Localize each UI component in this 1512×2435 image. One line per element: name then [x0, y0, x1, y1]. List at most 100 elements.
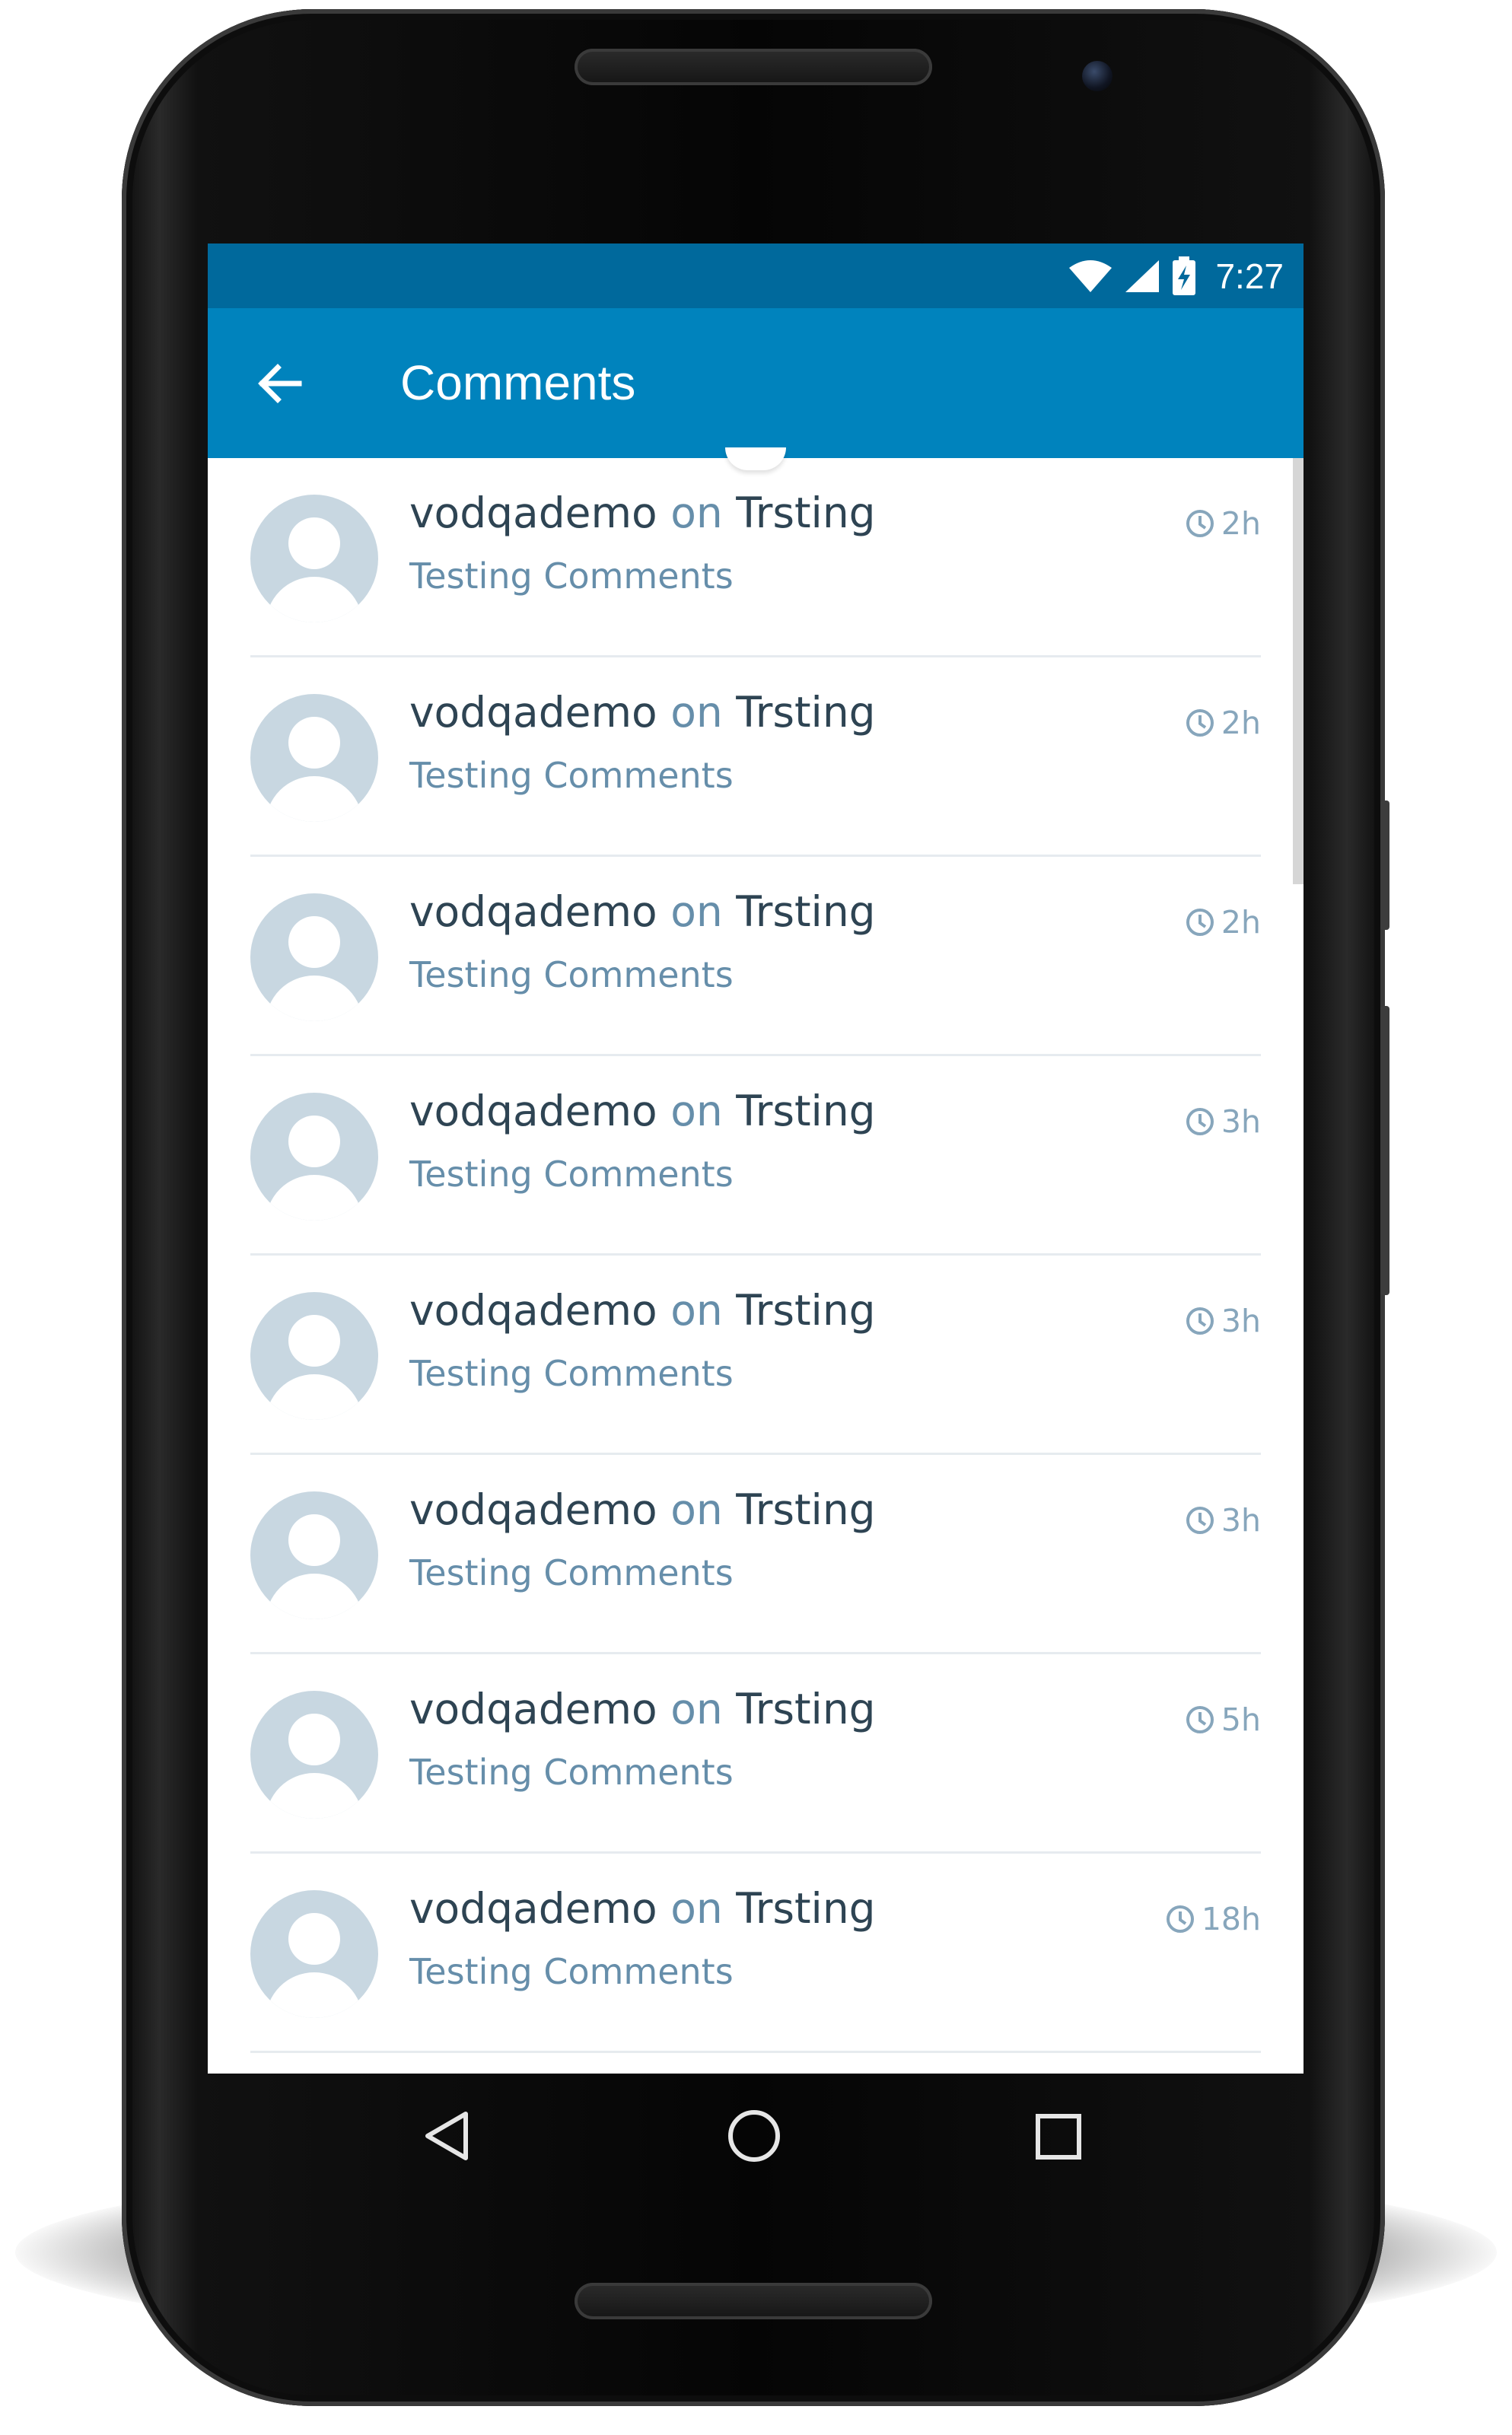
- comment-age: 2h: [1221, 904, 1261, 941]
- battery-charging-icon: [1173, 256, 1196, 295]
- comment-time: 3h: [1185, 1303, 1261, 1339]
- comment-connector: on: [670, 489, 723, 537]
- home-circle-icon[interactable]: [725, 2107, 783, 2165]
- back-triangle-icon[interactable]: [420, 2109, 473, 2163]
- scrollbar[interactable]: [1293, 458, 1304, 884]
- comment-time: 3h: [1185, 1103, 1261, 1140]
- clock-icon: [1186, 1706, 1214, 1733]
- comment-time: 3h: [1185, 1502, 1261, 1539]
- comment-connector: on: [670, 1286, 723, 1335]
- avatar-body-shape: [266, 976, 363, 1021]
- recents-square-icon[interactable]: [1034, 2112, 1083, 2161]
- comment-post-title: Trsting: [736, 1884, 876, 1933]
- clock-icon: [1186, 510, 1214, 537]
- comment-heading: vodqademo on Trsting: [409, 1485, 876, 1534]
- comment-list: vodqademo on Trsting Testing Comments 2h…: [208, 458, 1304, 2053]
- volume-button: [1380, 1006, 1389, 1295]
- comment-time: 2h: [1185, 705, 1261, 741]
- avatar: [250, 694, 378, 822]
- comment-time: 2h: [1185, 904, 1261, 941]
- comment-post-title: Trsting: [736, 1087, 876, 1135]
- avatar-body-shape: [266, 1175, 363, 1221]
- comment-row[interactable]: vodqademo on Trsting Testing Comments 2h: [208, 857, 1304, 1056]
- comment-connector: on: [670, 1485, 723, 1534]
- wifi-icon: [1069, 259, 1113, 292]
- comment-age: 3h: [1221, 1502, 1261, 1539]
- avatar-body-shape: [266, 776, 363, 822]
- avatar-body-shape: [266, 577, 363, 622]
- comment-row[interactable]: vodqademo on Trsting Testing Comments 3h: [208, 1256, 1304, 1455]
- comment-age: 3h: [1221, 1303, 1261, 1339]
- comment-heading: vodqademo on Trsting: [409, 887, 876, 936]
- avatar-head-shape: [288, 1116, 340, 1167]
- status-time: 7:27: [1215, 256, 1284, 296]
- avatar: [250, 1890, 378, 2018]
- comment-heading: vodqademo on Trsting: [409, 1286, 876, 1335]
- clock-icon: [1186, 1307, 1214, 1335]
- comment-post-title: Trsting: [736, 1685, 876, 1733]
- avatar-body-shape: [266, 1773, 363, 1819]
- comment-post-title: Trsting: [736, 1286, 876, 1335]
- signal-icon: [1125, 259, 1160, 292]
- comment-age: 2h: [1221, 505, 1261, 542]
- avatar-head-shape: [288, 1913, 340, 1965]
- comment-author: vodqademo: [409, 1685, 657, 1733]
- clock-icon: [1186, 1507, 1214, 1534]
- avatar-head-shape: [288, 517, 340, 569]
- comment-time: 2h: [1185, 505, 1261, 542]
- comment-post-title: Trsting: [736, 688, 876, 737]
- row-divider: [250, 2051, 1261, 2053]
- comment-text: Testing Comments: [409, 1951, 734, 1992]
- clock-icon: [1186, 709, 1214, 737]
- comment-author: vodqademo: [409, 1286, 657, 1335]
- clock-icon: [1186, 1108, 1214, 1135]
- comment-post-title: Trsting: [736, 1485, 876, 1534]
- comment-age: 2h: [1221, 705, 1261, 741]
- comment-connector: on: [670, 1685, 723, 1733]
- comment-heading: vodqademo on Trsting: [409, 1087, 876, 1135]
- comment-time: 5h: [1185, 1701, 1261, 1738]
- phone-frame: 7:27 Comments vodqademo on Trsting Testi…: [122, 9, 1389, 2406]
- app-bar: Comments: [208, 308, 1304, 458]
- avatar: [250, 893, 378, 1021]
- comment-heading: vodqademo on Trsting: [409, 489, 876, 537]
- comment-row[interactable]: vodqademo on Trsting Testing Comments 5h: [208, 1654, 1304, 1854]
- clock-icon: [1186, 909, 1214, 936]
- comment-row[interactable]: vodqademo on Trsting Testing Comments 2h: [208, 657, 1304, 857]
- screen: 7:27 Comments vodqademo on Trsting Testi…: [208, 244, 1304, 2074]
- comment-row[interactable]: vodqademo on Trsting Testing Comments 18…: [208, 1854, 1304, 2053]
- comment-row[interactable]: vodqademo on Trsting Testing Comments 3h: [208, 1056, 1304, 1256]
- arrow-back-icon[interactable]: [255, 358, 305, 409]
- avatar: [250, 495, 378, 622]
- comment-text: Testing Comments: [409, 1353, 734, 1394]
- avatar-head-shape: [288, 916, 340, 968]
- avatar: [250, 1691, 378, 1819]
- comment-author: vodqademo: [409, 1884, 657, 1933]
- status-bar: 7:27: [208, 244, 1304, 308]
- comment-row[interactable]: vodqademo on Trsting Testing Comments 3h: [208, 1455, 1304, 1654]
- comment-text: Testing Comments: [409, 1552, 734, 1593]
- comment-row[interactable]: vodqademo on Trsting Testing Comments 2h: [208, 458, 1304, 657]
- comment-connector: on: [670, 688, 723, 737]
- comment-age: 5h: [1221, 1701, 1261, 1738]
- comment-heading: vodqademo on Trsting: [409, 1884, 876, 1933]
- comment-author: vodqademo: [409, 688, 657, 737]
- avatar-head-shape: [288, 1714, 340, 1765]
- avatar-head-shape: [288, 717, 340, 769]
- comment-text: Testing Comments: [409, 555, 734, 597]
- comment-author: vodqademo: [409, 887, 657, 936]
- comment-text: Testing Comments: [409, 954, 734, 995]
- page-title: Comments: [400, 355, 636, 410]
- avatar: [250, 1292, 378, 1420]
- top-speaker: [575, 49, 932, 85]
- comment-heading: vodqademo on Trsting: [409, 688, 876, 737]
- comment-author: vodqademo: [409, 1485, 657, 1534]
- comment-age: 3h: [1221, 1103, 1261, 1140]
- avatar-body-shape: [266, 1374, 363, 1420]
- front-camera: [1082, 61, 1113, 91]
- avatar-body-shape: [266, 1574, 363, 1619]
- comment-post-title: Trsting: [736, 489, 876, 537]
- comment-text: Testing Comments: [409, 1752, 734, 1793]
- avatar-head-shape: [288, 1315, 340, 1367]
- avatar: [250, 1093, 378, 1221]
